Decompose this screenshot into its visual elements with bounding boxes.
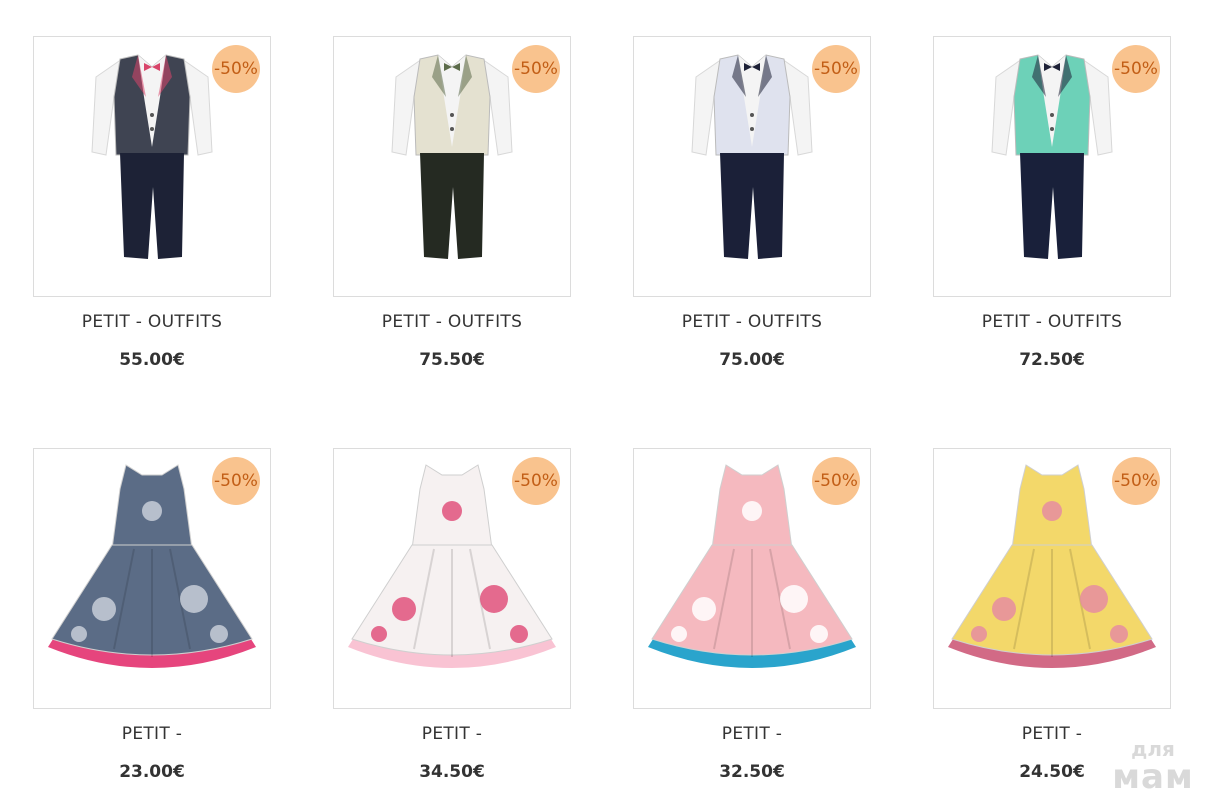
discount-badge: -50% bbox=[812, 457, 860, 505]
product-title[interactable]: PETIT - OUTFITS bbox=[333, 312, 571, 332]
product-title[interactable]: PETIT - OUTFITS bbox=[633, 312, 871, 332]
discount-badge: -50% bbox=[212, 45, 260, 93]
product-image-frame[interactable]: -50% bbox=[633, 36, 871, 297]
product-price: 34.50€ bbox=[419, 762, 485, 782]
product-title[interactable]: PETIT - OUTFITS bbox=[33, 312, 271, 332]
product-price: 32.50€ bbox=[719, 762, 785, 782]
product-image-frame[interactable]: -50% bbox=[333, 448, 571, 709]
discount-badge: -50% bbox=[512, 45, 560, 93]
product-image-frame[interactable]: -50% bbox=[633, 448, 871, 709]
product-title[interactable]: PETIT - bbox=[633, 724, 871, 744]
discount-badge: -50% bbox=[1112, 457, 1160, 505]
discount-badge: -50% bbox=[512, 457, 560, 505]
product-price: 23.00€ bbox=[119, 762, 185, 782]
discount-badge: -50% bbox=[1112, 45, 1160, 93]
product-title[interactable]: PETIT - OUTFITS bbox=[933, 312, 1171, 332]
watermark-logo: для мам bbox=[1112, 737, 1194, 797]
product-price: 55.00€ bbox=[119, 350, 185, 370]
product-title[interactable]: PETIT - bbox=[33, 724, 271, 744]
product-image-frame[interactable]: -50% bbox=[333, 36, 571, 297]
product-image-frame[interactable]: -50% bbox=[33, 36, 271, 297]
discount-badge: -50% bbox=[812, 45, 860, 93]
product-image-frame[interactable]: -50% bbox=[33, 448, 271, 709]
product-image-frame[interactable]: -50% bbox=[933, 448, 1171, 709]
product-title[interactable]: PETIT - bbox=[333, 724, 571, 744]
product-price: 75.50€ bbox=[419, 350, 485, 370]
product-price: 75.00€ bbox=[719, 350, 785, 370]
discount-badge: -50% bbox=[212, 457, 260, 505]
product-price: 72.50€ bbox=[1019, 350, 1085, 370]
product-image-frame[interactable]: -50% bbox=[933, 36, 1171, 297]
